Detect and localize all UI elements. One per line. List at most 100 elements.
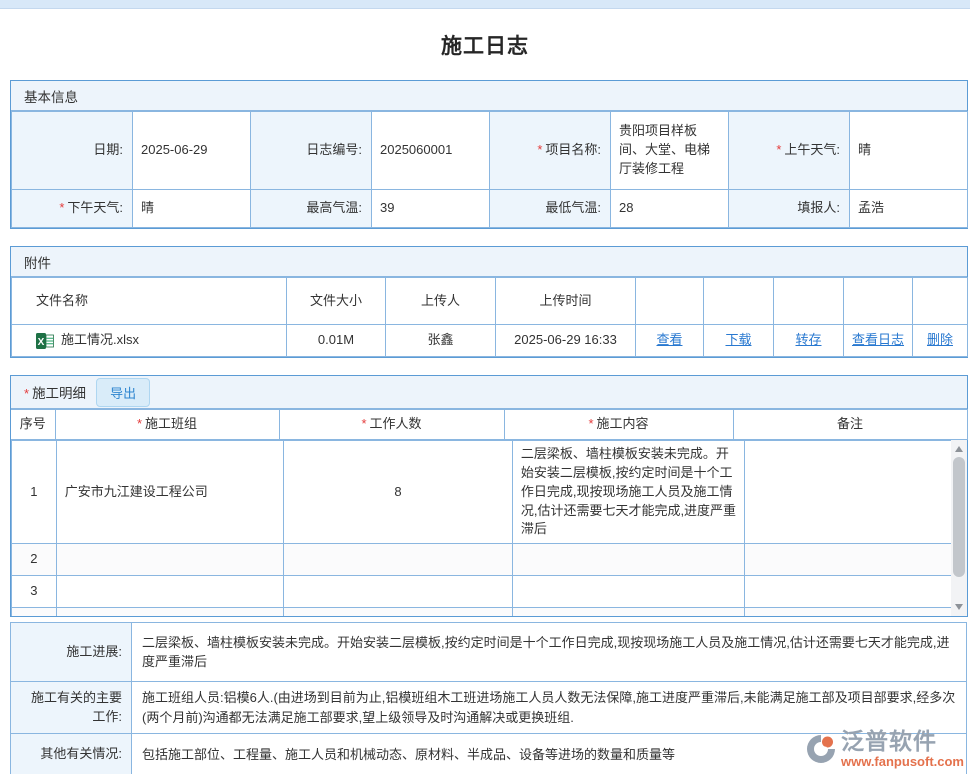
- team-cell: 广安市九江建设工程公司: [56, 441, 284, 544]
- field-value-morning-weather: 晴: [850, 112, 968, 190]
- col-header-empty: [774, 278, 844, 325]
- main-work-row: 施工有关的主要工作: 施工班组人员:铝模6人.(由进场到目前为止,铝模班组木工班…: [11, 682, 967, 734]
- field-label-reporter: 填报人:: [729, 190, 850, 228]
- main-work-label: 施工有关的主要工作:: [11, 682, 132, 734]
- attachment-row: X 施工情况.xlsx 0.01M 张鑫 2025-06-29 16:33 查看…: [12, 325, 968, 357]
- detail-row-1: 1 广安市九江建设工程公司 8 二层梁板、墙柱模板安装未完成。开始安装二层模板,…: [12, 441, 967, 544]
- required-marker: *: [588, 416, 593, 431]
- col-header-empty: [636, 278, 704, 325]
- content-cell: [512, 608, 745, 616]
- field-value-reporter: 孟浩: [850, 190, 968, 228]
- remark-cell: [745, 576, 967, 608]
- col-header-upload-time: 上传时间: [496, 278, 636, 325]
- vertical-scrollbar[interactable]: [951, 440, 967, 616]
- field-value-afternoon-weather: 晴: [133, 190, 251, 228]
- progress-row: 施工进展: 二层梁板、墙柱模板安装未完成。开始安装二层模板,按约定时间是十个工作…: [11, 623, 967, 682]
- basic-info-title: 基本信息: [24, 86, 78, 106]
- seq-cell: 1: [12, 441, 57, 544]
- team-cell: [56, 576, 284, 608]
- field-label-afternoon-weather: *下午天气:: [12, 190, 133, 228]
- field-label-date: 日期:: [12, 112, 133, 190]
- seq-cell: 2: [12, 544, 57, 576]
- col-header-remark: 备注: [733, 410, 967, 440]
- col-header-file-size: 文件大小: [287, 278, 386, 325]
- required-marker: *: [537, 142, 542, 157]
- seq-cell: 4: [12, 608, 57, 616]
- detail-table-body: 1 广安市九江建设工程公司 8 二层梁板、墙柱模板安装未完成。开始安装二层模板,…: [11, 440, 967, 616]
- download-link[interactable]: 下载: [725, 332, 751, 347]
- col-header-content: *施工内容: [504, 410, 733, 440]
- view-log-link[interactable]: 查看日志: [852, 332, 904, 347]
- team-cell: [56, 544, 284, 576]
- col-header-empty: [704, 278, 774, 325]
- content-cell: 二层梁板、墙柱模板安装未完成。开始安装二层模板,按约定时间是十个工作日完成,现按…: [512, 441, 745, 544]
- content-cell: [512, 576, 745, 608]
- field-label-log-number: 日志编号:: [251, 112, 372, 190]
- workers-cell: 8: [284, 441, 513, 544]
- view-link[interactable]: 查看: [656, 332, 682, 347]
- col-header-team: *施工班组: [55, 410, 279, 440]
- construction-detail-header: *施工明细 导出: [11, 376, 967, 409]
- remark-cell: [745, 544, 967, 576]
- attachments-header: 附件: [11, 247, 967, 277]
- scroll-down-arrow-icon[interactable]: [955, 604, 963, 610]
- scrollbar-thumb[interactable]: [953, 457, 965, 577]
- progress-value: 二层梁板、墙柱模板安装未完成。开始安装二层模板,按约定时间是十个工作日完成,现按…: [132, 623, 967, 682]
- construction-detail-section: *施工明细 导出 序号 *施工班组 *工作人数 *施工内容 备注 1 广安市九江…: [10, 375, 968, 617]
- attachments-section: 附件 文件名称 文件大小 上传人 上传时间 X: [10, 246, 968, 358]
- construction-detail-title: *施工明细: [24, 382, 86, 402]
- col-header-uploader: 上传人: [386, 278, 496, 325]
- summary-table: 施工进展: 二层梁板、墙柱模板安装未完成。开始安装二层模板,按约定时间是十个工作…: [10, 622, 967, 774]
- required-marker: *: [137, 416, 142, 431]
- workers-cell: [284, 544, 513, 576]
- detail-row-4: 4: [12, 608, 967, 616]
- other-info-value: 包括施工部位、工程量、施工人员和机械动态、原材料、半成品、设备等进场的数量和质量…: [132, 734, 967, 774]
- uploader: 张鑫: [386, 325, 496, 357]
- basic-info-table: 日期: 2025-06-29 日志编号: 2025060001 *项目名称: 贵…: [11, 111, 968, 228]
- detail-row-2: 2: [12, 544, 967, 576]
- field-value-log-number: 2025060001: [372, 112, 490, 190]
- detail-table-header: 序号 *施工班组 *工作人数 *施工内容 备注: [11, 409, 968, 440]
- transfer-link[interactable]: 转存: [795, 332, 821, 347]
- export-button[interactable]: 导出: [96, 378, 150, 407]
- progress-label: 施工进展:: [11, 623, 132, 682]
- team-cell: [56, 608, 284, 616]
- field-label-project-name: *项目名称:: [490, 112, 611, 190]
- field-value-min-temp: 28: [611, 190, 729, 228]
- content-cell: [512, 544, 745, 576]
- page-title: 施工日志: [0, 30, 970, 60]
- field-label-morning-weather: *上午天气:: [729, 112, 850, 190]
- other-info-row: 其他有关情况: 包括施工部位、工程量、施工人员和机械动态、原材料、半成品、设备等…: [11, 734, 967, 774]
- other-info-label: 其他有关情况:: [11, 734, 132, 774]
- seq-cell: 3: [12, 576, 57, 608]
- col-header-empty: [844, 278, 913, 325]
- top-accent-bar: [0, 0, 970, 9]
- required-marker: *: [776, 142, 781, 157]
- required-marker: *: [59, 200, 64, 215]
- col-header-file-name: 文件名称: [12, 278, 287, 325]
- field-label-min-temp: 最低气温:: [490, 190, 611, 228]
- svg-text:X: X: [38, 337, 45, 348]
- workers-cell: [284, 576, 513, 608]
- excel-file-icon: X: [36, 332, 54, 350]
- main-work-value: 施工班组人员:铝模6人.(由进场到目前为止,铝模班组木工班进场施工人员人数无法保…: [132, 682, 967, 734]
- required-marker: *: [361, 416, 366, 431]
- detail-table: 1 广安市九江建设工程公司 8 二层梁板、墙柱模板安装未完成。开始安装二层模板,…: [11, 440, 967, 616]
- basic-info-section: 基本信息 日期: 2025-06-29 日志编号: 2025060001 *项目…: [10, 80, 968, 229]
- delete-link[interactable]: 删除: [927, 332, 953, 347]
- remark-cell: [745, 608, 967, 616]
- col-header-empty: [913, 278, 968, 325]
- col-header-workers: *工作人数: [279, 410, 504, 440]
- field-value-project-name: 贵阳项目样板间、大堂、电梯厅装修工程: [611, 112, 729, 190]
- field-value-date: 2025-06-29: [133, 112, 251, 190]
- file-name-cell: X 施工情况.xlsx: [12, 325, 287, 357]
- field-label-max-temp: 最高气温:: [251, 190, 372, 228]
- remark-cell: [745, 441, 967, 544]
- basic-info-header: 基本信息: [11, 81, 967, 111]
- attachments-title: 附件: [24, 252, 51, 272]
- col-header-seq: 序号: [11, 410, 55, 440]
- required-marker: *: [24, 386, 29, 401]
- file-name: 施工情况.xlsx: [61, 331, 139, 350]
- scroll-up-arrow-icon[interactable]: [955, 446, 963, 452]
- detail-row-3: 3: [12, 576, 967, 608]
